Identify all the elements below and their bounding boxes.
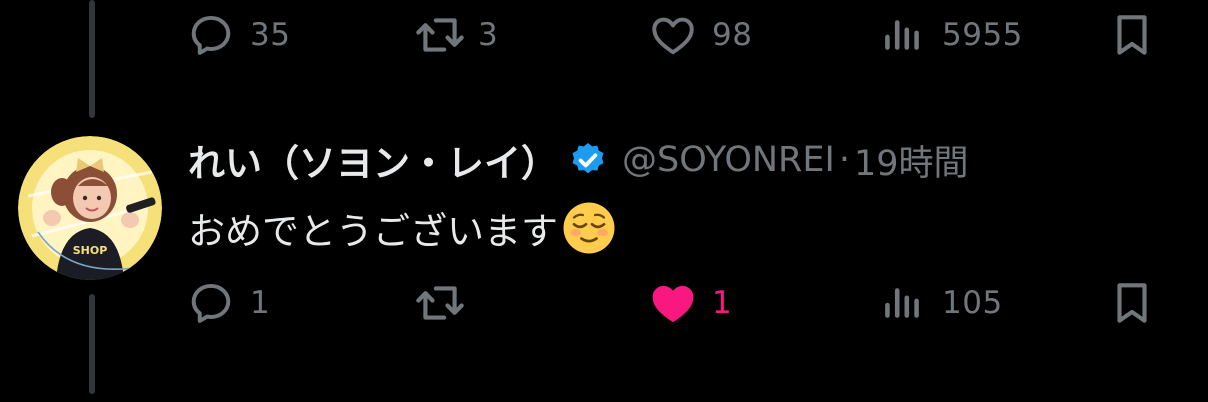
reply-button[interactable]: 1: [186, 278, 270, 328]
like-button-active[interactable]: 1: [648, 278, 732, 328]
reply-count: 1: [250, 285, 271, 321]
svg-text:SHOP: SHOP: [73, 244, 108, 257]
repost-button[interactable]: 3: [412, 10, 498, 60]
like-button[interactable]: 98: [648, 10, 752, 60]
heart-icon: [652, 17, 694, 55]
like-count: 98: [712, 17, 753, 53]
display-name[interactable]: れい（ソヨン・レイ）: [188, 133, 558, 187]
repost-button[interactable]: [412, 278, 482, 328]
avatar-image: SHOP: [18, 136, 162, 280]
thread-connector-line-top: [89, 0, 95, 118]
views-count: 5955: [942, 17, 1023, 53]
meta-separator: ·: [838, 140, 850, 180]
bookmark-button[interactable]: [1110, 278, 1154, 328]
post-header: れい（ソヨン・レイ） @SOYONREI · 19時間: [188, 134, 969, 186]
repost-icon: [416, 286, 464, 320]
like-count: 1: [712, 285, 733, 321]
user-handle[interactable]: @SOYONREI: [622, 140, 835, 180]
avatar[interactable]: SHOP: [18, 136, 162, 280]
views-icon: [885, 288, 919, 318]
reply-post-action-bar: 1 1 105: [186, 278, 1208, 328]
bookmark-button[interactable]: [1110, 10, 1154, 60]
bookmark-icon: [1117, 283, 1147, 323]
previous-post-action-bar: 35 3 98 5955: [186, 10, 1208, 60]
reply-button[interactable]: 35: [186, 10, 290, 60]
views-count: 105: [942, 285, 1003, 321]
reply-count: 35: [250, 17, 291, 53]
repost-count: 3: [478, 17, 499, 53]
repost-icon: [416, 18, 464, 52]
reply-icon: [191, 15, 231, 55]
post-text: おめでとうございます: [188, 200, 616, 256]
views-button[interactable]: 5955: [880, 10, 1023, 60]
reply-icon: [191, 283, 231, 323]
post-timestamp[interactable]: 19時間: [854, 135, 969, 186]
views-button[interactable]: 105: [880, 278, 1003, 328]
post-text-content: おめでとうございます: [188, 210, 558, 253]
heart-filled-icon: [652, 285, 694, 322]
verified-badge-icon[interactable]: [568, 140, 608, 180]
thread-connector-line-bottom: [89, 294, 95, 394]
relieved-face-emoji-icon: [562, 201, 616, 255]
views-icon: [885, 20, 919, 50]
bookmark-icon: [1117, 15, 1147, 55]
